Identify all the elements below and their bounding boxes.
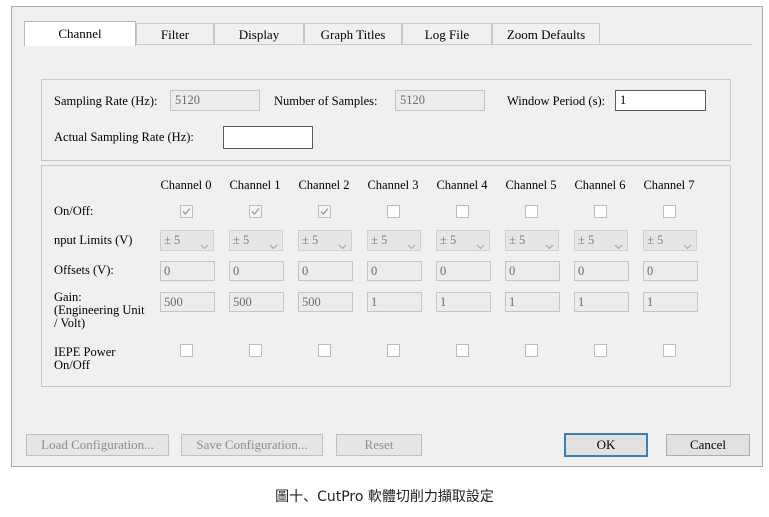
offset-field[interactable]: 0	[298, 261, 353, 281]
input-limits-label: nput Limits (V)	[54, 233, 133, 247]
input-limits-value: ± 5	[578, 233, 595, 247]
figure-caption: 圖十、CutPro 軟體切削力擷取設定	[275, 489, 494, 505]
input-limits-value: ± 5	[509, 233, 526, 247]
chevron-down-icon	[407, 237, 416, 256]
offset-field[interactable]: 0	[367, 261, 422, 281]
gain-field[interactable]: 1	[367, 292, 422, 312]
iepe-label: IEPE Power On/Off	[54, 345, 116, 372]
chevron-down-icon	[683, 237, 692, 256]
input-limits-value: ± 5	[371, 233, 388, 247]
channel-onoff-checkbox[interactable]	[525, 205, 538, 218]
gain-field[interactable]: 500	[229, 292, 284, 312]
input-limits-value: ± 5	[647, 233, 664, 247]
save-configuration-button[interactable]: Save Configuration...	[181, 434, 323, 456]
channel-panel: Sampling Rate (Hz): 5120 Number of Sampl…	[24, 45, 752, 413]
offset-field[interactable]: 0	[229, 261, 284, 281]
channel-header: Channel 3	[367, 178, 419, 192]
window-period-label: Window Period (s):	[507, 94, 606, 108]
iepe-power-checkbox[interactable]	[387, 344, 400, 357]
channel-onoff-checkbox[interactable]	[387, 205, 400, 218]
input-limits-value: ± 5	[440, 233, 457, 247]
sampling-rate-label: Sampling Rate (Hz):	[54, 94, 158, 108]
tab-display[interactable]: Display	[214, 23, 304, 45]
actual-rate-field[interactable]	[223, 126, 313, 149]
num-samples-field[interactable]: 5120	[395, 90, 485, 111]
channel-header: Channel 0	[160, 178, 212, 192]
gain-field[interactable]: 500	[160, 292, 215, 312]
chevron-down-icon	[269, 237, 278, 256]
gain-field[interactable]: 500	[298, 292, 353, 312]
chevron-down-icon	[614, 237, 623, 256]
channel-onoff-checkbox[interactable]	[249, 205, 262, 218]
channel-header: Channel 5	[505, 178, 557, 192]
input-limits-dropdown[interactable]: ± 5	[574, 230, 628, 251]
channel-onoff-checkbox[interactable]	[663, 205, 676, 218]
input-limits-value: ± 5	[164, 233, 181, 247]
offsets-label: Offsets (V):	[54, 263, 114, 277]
input-limits-dropdown[interactable]: ± 5	[505, 230, 559, 251]
tab-log-file[interactable]: Log File	[402, 23, 492, 45]
tab-bar: Channel Filter Display Graph Titles Log …	[24, 21, 600, 46]
ok-button[interactable]: OK	[564, 433, 648, 457]
offset-field[interactable]: 0	[436, 261, 491, 281]
iepe-power-checkbox[interactable]	[663, 344, 676, 357]
tab-zoom-defaults[interactable]: Zoom Defaults	[492, 23, 600, 45]
cancel-button[interactable]: Cancel	[666, 434, 750, 456]
load-configuration-button[interactable]: Load Configuration...	[26, 434, 169, 456]
reset-button[interactable]: Reset	[336, 434, 422, 456]
chevron-down-icon	[476, 237, 485, 256]
input-limits-dropdown[interactable]: ± 5	[229, 230, 283, 251]
tab-graph-titles[interactable]: Graph Titles	[304, 23, 402, 45]
channels-group: On/Off: nput Limits (V) Offsets (V): Gai…	[41, 165, 731, 387]
actual-rate-label: Actual Sampling Rate (Hz):	[54, 130, 194, 144]
offset-field[interactable]: 0	[160, 261, 215, 281]
iepe-power-checkbox[interactable]	[249, 344, 262, 357]
offset-field[interactable]: 0	[505, 261, 560, 281]
channel-onoff-checkbox[interactable]	[318, 205, 331, 218]
input-limits-dropdown[interactable]: ± 5	[436, 230, 490, 251]
channel-onoff-checkbox[interactable]	[456, 205, 469, 218]
channel-header: Channel 1	[229, 178, 281, 192]
channel-onoff-checkbox[interactable]	[180, 205, 193, 218]
channel-header: Channel 7	[643, 178, 695, 192]
chevron-down-icon	[545, 237, 554, 256]
iepe-power-checkbox[interactable]	[594, 344, 607, 357]
window-period-field[interactable]: 1	[615, 90, 706, 111]
tab-channel[interactable]: Channel	[24, 21, 136, 46]
channel-onoff-checkbox[interactable]	[594, 205, 607, 218]
channel-header: Channel 6	[574, 178, 626, 192]
channel-header: Channel 4	[436, 178, 488, 192]
tab-filter[interactable]: Filter	[136, 23, 214, 45]
settings-dialog: Channel Filter Display Graph Titles Log …	[11, 6, 763, 467]
onoff-label: On/Off:	[54, 204, 94, 218]
iepe-power-checkbox[interactable]	[525, 344, 538, 357]
input-limits-value: ± 5	[233, 233, 250, 247]
input-limits-dropdown[interactable]: ± 5	[643, 230, 697, 251]
sampling-rate-field[interactable]: 5120	[170, 90, 260, 111]
gain-label: Gain: (Engineering Unit / Volt)	[54, 290, 145, 330]
num-samples-label: Number of Samples:	[274, 94, 378, 108]
chevron-down-icon	[338, 237, 347, 256]
offset-field[interactable]: 0	[574, 261, 629, 281]
chevron-down-icon	[200, 237, 209, 256]
input-limits-dropdown[interactable]: ± 5	[298, 230, 352, 251]
gain-field[interactable]: 1	[505, 292, 560, 312]
iepe-power-checkbox[interactable]	[318, 344, 331, 357]
gain-field[interactable]: 1	[643, 292, 698, 312]
gain-field[interactable]: 1	[436, 292, 491, 312]
sampling-group: Sampling Rate (Hz): 5120 Number of Sampl…	[41, 79, 731, 161]
input-limits-dropdown[interactable]: ± 5	[367, 230, 421, 251]
input-limits-dropdown[interactable]: ± 5	[160, 230, 214, 251]
gain-field[interactable]: 1	[574, 292, 629, 312]
iepe-power-checkbox[interactable]	[456, 344, 469, 357]
offset-field[interactable]: 0	[643, 261, 698, 281]
iepe-power-checkbox[interactable]	[180, 344, 193, 357]
channel-header: Channel 2	[298, 178, 350, 192]
input-limits-value: ± 5	[302, 233, 319, 247]
